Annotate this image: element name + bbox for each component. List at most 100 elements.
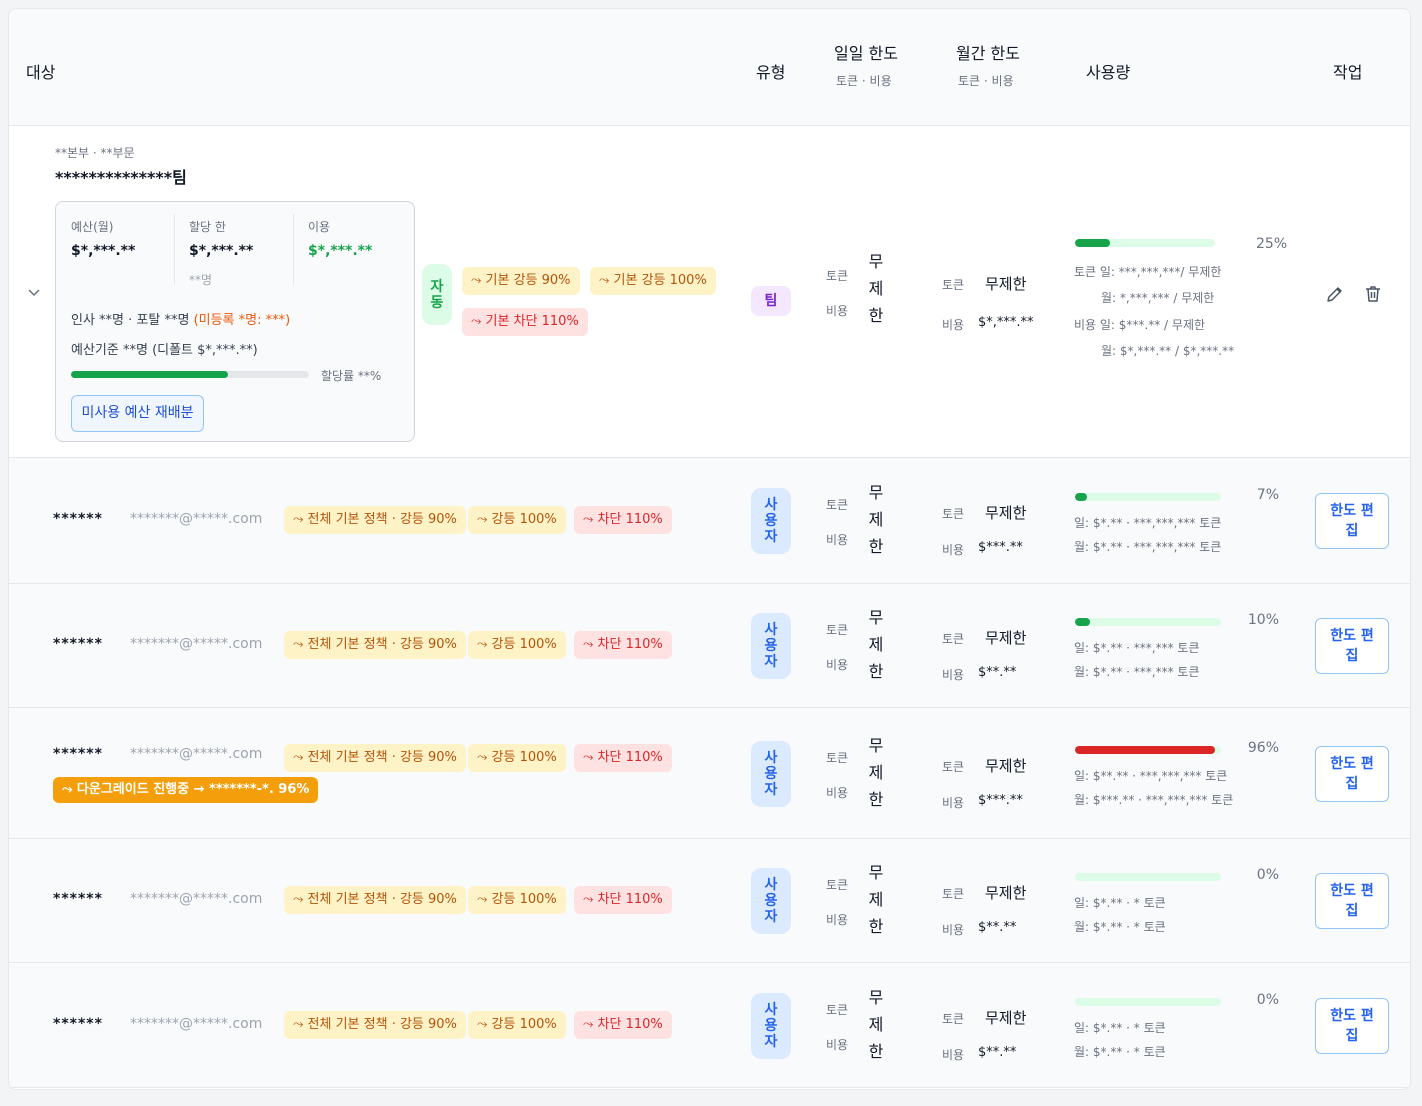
daily-value-char: 제: [868, 635, 884, 654]
daily-cost-label: 비용: [826, 785, 849, 800]
usage-month: 월: $*.** · * 토큰: [1074, 920, 1166, 934]
type-badge-char: 자: [764, 781, 778, 798]
alloc-rate-fill: [71, 371, 229, 378]
chevron-down-icon[interactable]: [26, 284, 42, 300]
daily-value-char: 무: [868, 987, 884, 1007]
type-badge-char: 사: [764, 497, 778, 513]
daily-value: 무 제 한: [866, 479, 886, 560]
monthly-cost-label: 비용: [942, 543, 965, 557]
daily-value-char: 한: [868, 537, 884, 556]
trash-icon[interactable]: [1363, 284, 1383, 304]
type-badge-char: 사: [764, 877, 778, 893]
usage-line: 월: $*,***.** / $*,***.**: [1101, 344, 1235, 358]
daily-token-label: 토큰: [826, 498, 849, 512]
daily-cost-label: 비용: [826, 304, 849, 318]
usage-line: 토큰 일: ***,***,***/ 무제한: [1074, 265, 1222, 279]
policy-badge: ⤳ 강등 100%: [468, 506, 566, 534]
header-monthly-sub: 토큰 · 비용: [958, 74, 1014, 88]
daily-value-char: 한: [868, 789, 884, 809]
usage-bar: [1075, 997, 1221, 1006]
type-badge-char: 사: [764, 622, 778, 638]
daily-token-label: 토큰: [826, 750, 849, 765]
edit-limit-button[interactable]: 한도 편집: [1315, 997, 1389, 1054]
usage-percent: 96%: [1247, 739, 1279, 756]
policy-badge: ⤳ 강등 100%: [468, 631, 566, 659]
monthly-cost-label: 비용: [942, 795, 965, 810]
user-row: ****** *******@*****.com ⤳ 전체 기본 정책 · 강등…: [9, 963, 1410, 1088]
team-row: **본부 · **부문 **************팀 예산(월) $*,***…: [9, 126, 1410, 458]
usage-day: 일: $*.** · ***,*** 토큰: [1074, 641, 1200, 655]
daily-value-char: 제: [868, 762, 884, 782]
usage-percent: 0%: [1256, 867, 1279, 883]
daily-value-char: 제: [868, 279, 884, 298]
type-badge-char: 용: [764, 513, 778, 529]
header-target: 대상: [26, 63, 56, 82]
type-badge-user: 사 용 자: [751, 992, 791, 1059]
edit-limit-button[interactable]: 한도 편집: [1315, 493, 1389, 549]
type-badge-char: 사: [764, 1001, 778, 1018]
usage-month: 월: $*.** · ***,*** 토큰: [1074, 665, 1200, 679]
daily-cost-label: 비용: [826, 658, 849, 672]
card-divider: [293, 214, 294, 284]
usage-bar-fill: [1075, 239, 1110, 247]
monthly-token-label: 토큰: [942, 1011, 965, 1026]
monthly-token-label: 토큰: [942, 278, 965, 292]
budget-card: 예산(월) $*,***.** 할당 한 $*,***.** **명 이용 $*…: [55, 201, 415, 442]
policy-badge: ⤳ 차단 110%: [574, 886, 672, 914]
monthly-cost-value: $***.**: [978, 540, 1023, 555]
pencil-icon[interactable]: [1325, 284, 1345, 304]
monthly-token-value: 무제한: [985, 756, 1027, 775]
header-daily-sub: 토큰 · 비용: [836, 74, 892, 88]
usage-day: 일: $*.** · ***,***,*** 토큰: [1074, 516, 1222, 530]
monthly-cost-label: 비용: [942, 1047, 965, 1062]
user-email: *******@*****.com: [130, 511, 263, 527]
policy-badge: ⤳ 강등 100%: [468, 744, 566, 772]
daily-value: 무 제 한: [866, 604, 886, 685]
monthly-token-value: 무제한: [985, 504, 1027, 522]
usage-bar: [1075, 239, 1215, 247]
redistribute-button[interactable]: 미사용 예산 재배분: [71, 395, 204, 432]
limits-table: 대상 유형 일일 한도 토큰 · 비용 월간 한도 토큰 · 비용 사용량 작업…: [8, 8, 1411, 1090]
user-name: ******: [53, 511, 103, 527]
usage-month: 월: $*.** · ***,***,*** 토큰: [1074, 540, 1222, 554]
usage-percent: 10%: [1247, 612, 1279, 628]
user-email: *******@*****.com: [130, 636, 263, 652]
user-row: ****** *******@*****.com ⤳ 전체 기본 정책 · 강등…: [9, 458, 1410, 584]
usage-percent: 25%: [1256, 236, 1288, 252]
monthly-token-value: 무제한: [985, 1008, 1027, 1027]
monthly-cost-label: 비용: [942, 318, 965, 332]
monthly-token-value: 무제한: [985, 884, 1027, 902]
monthly-cost-value: $*,***.**: [978, 315, 1034, 330]
daily-value: 무 제 한: [866, 859, 886, 940]
user-email: *******@*****.com: [130, 746, 263, 762]
edit-limit-button[interactable]: 한도 편집: [1315, 873, 1389, 929]
policy-badge: ⤳ 강등 100%: [468, 1010, 566, 1039]
type-badge-char: 용: [764, 893, 778, 909]
daily-value-char: 제: [868, 1014, 884, 1034]
daily-cost-label: 비용: [826, 1037, 849, 1052]
usage-bar: [1075, 618, 1221, 626]
monthly-cost-label: 비용: [942, 668, 965, 682]
type-badge-user: 사 용 자: [751, 613, 791, 679]
daily-value-char: 무: [868, 735, 884, 755]
daily-value-char: 무: [868, 863, 884, 882]
unregistered-members: (미등록 *명: ***): [193, 313, 291, 328]
usage-bar-fill: [1075, 618, 1090, 626]
edit-limit-button[interactable]: 한도 편집: [1315, 618, 1389, 674]
daily-value: 무 제 한: [866, 984, 886, 1065]
daily-token-label: 토큰: [826, 269, 849, 283]
org-path: **본부 · **부문: [55, 146, 135, 160]
user-row: ****** *******@*****.com ⤳ 전체 기본 정책 · 강등…: [9, 839, 1410, 963]
monthly-cost-value: $***.**: [978, 792, 1023, 808]
usage-bar: [1075, 745, 1221, 754]
usage-percent: 0%: [1256, 991, 1279, 1008]
policy-badge: ⤳ 강등 100%: [468, 886, 566, 914]
daily-value-char: 한: [868, 306, 884, 325]
daily-cost-label: 비용: [826, 913, 849, 927]
usage-day: 일: $**.** · ***,***,*** 토큰: [1074, 768, 1228, 783]
edit-limit-button[interactable]: 한도 편집: [1315, 745, 1389, 802]
policy-badge: ⤳ 전체 기본 정책 · 강등 90%: [284, 506, 466, 534]
monthly-cost-label: 비용: [942, 923, 965, 937]
user-name: ******: [53, 636, 103, 652]
usage-bar: [1075, 493, 1221, 501]
